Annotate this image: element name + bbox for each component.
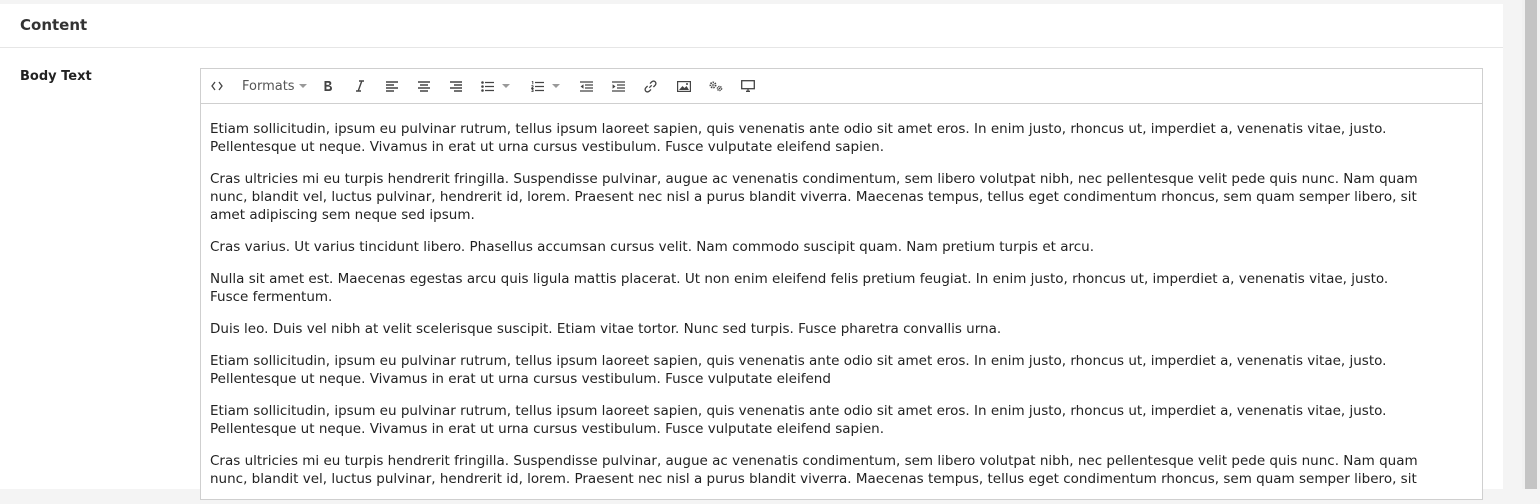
paragraph: Duis leo. Duis vel nibh at velit sceleri… [210,321,1002,337]
formats-label: Formats [242,78,295,94]
align-left-button[interactable] [385,78,399,94]
chevron-down-icon [552,84,560,88]
editor-content-area[interactable]: Etiam sollicitudin, ipsum eu pulvinar ru… [201,104,1482,504]
bold-icon [323,80,333,92]
paragraph: Cras ultricies mi eu turpis hendrerit fr… [210,453,1418,487]
gear-icon [709,81,723,92]
chevron-down-icon [298,84,307,88]
italic-icon [355,80,365,92]
body-text-label: Body Text [20,69,92,84]
link-icon [643,79,657,93]
link-button[interactable] [643,78,657,94]
chevron-down-icon [502,84,510,88]
italic-button[interactable] [353,78,367,94]
indent-icon [611,80,625,92]
numbered-list-icon [531,80,544,92]
page-scrollbar-thumb[interactable] [1525,0,1537,489]
paragraph: Etiam sollicitudin, ipsum eu pulvinar ru… [210,403,1387,437]
editor-toolbar: Formats [201,69,1482,104]
monitor-icon [741,80,755,92]
panel-header: Content [0,4,1503,48]
image-icon [677,80,691,92]
numbered-list-button[interactable] [531,78,567,94]
content-panel: Content Body Text Formats Etiam sollicit… [0,0,1503,500]
align-right-button[interactable] [449,78,463,94]
source-code-icon [211,81,223,91]
rich-text-editor[interactable]: Formats Etiam sollicitudin, ipsum eu pul… [200,68,1483,500]
source-code-button[interactable] [210,78,224,94]
paragraph: Nulla sit amet est. Maecenas egestas arc… [210,271,1389,305]
bullet-list-icon [481,80,494,92]
bold-button[interactable] [321,78,335,94]
indent-button[interactable] [611,78,625,94]
align-center-icon [418,80,430,92]
paragraph: Etiam sollicitudin, ipsum eu pulvinar ru… [210,121,1387,155]
paragraph: Cras varius. Ut varius tincidunt libero.… [210,239,1094,255]
section-title: Content [20,16,88,34]
outdent-icon [579,80,593,92]
formats-dropdown[interactable]: Formats [242,78,308,94]
paragraph: Etiam sollicitudin, ipsum eu pulvinar ru… [210,353,1387,387]
align-right-icon [450,80,462,92]
preview-button[interactable] [741,78,755,94]
bullet-list-button[interactable] [481,78,517,94]
paragraph: Cras ultricies mi eu turpis hendrerit fr… [210,171,1418,223]
outdent-button[interactable] [579,78,593,94]
align-left-icon [386,80,398,92]
align-center-button[interactable] [417,78,431,94]
special-settings-button[interactable] [709,78,723,94]
image-button[interactable] [677,78,691,94]
